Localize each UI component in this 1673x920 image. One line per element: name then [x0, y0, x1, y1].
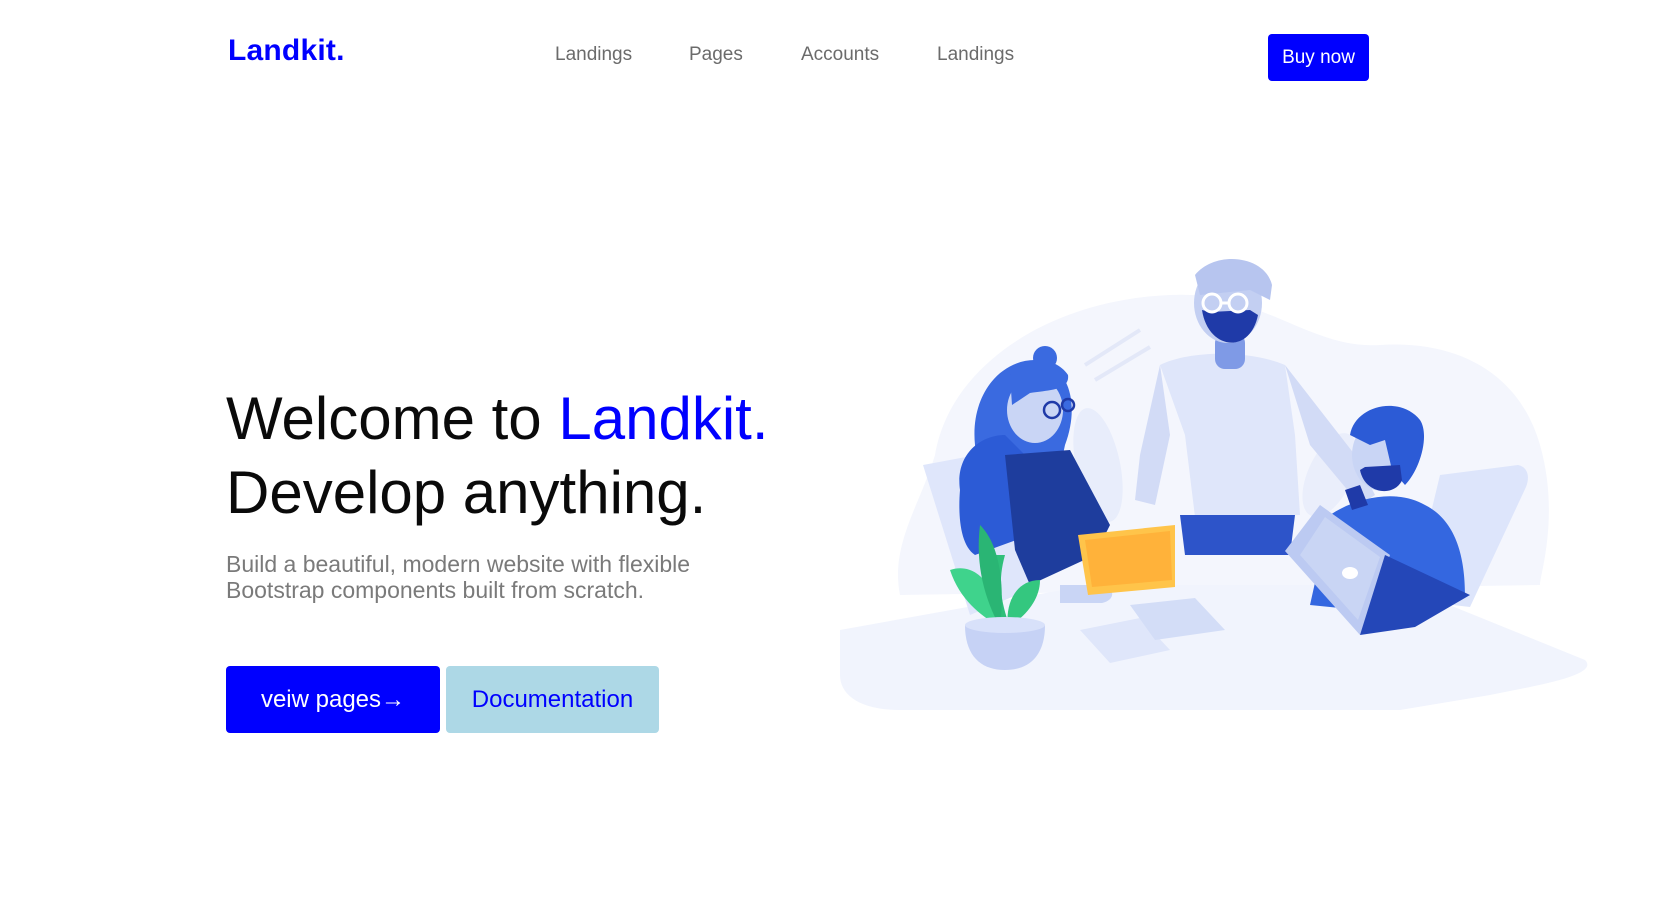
nav-link-landings[interactable]: Landings: [555, 44, 632, 66]
hero-title: Welcome to Landkit. Develop anything.: [226, 382, 769, 530]
nav-link-accounts[interactable]: Accounts: [801, 44, 879, 66]
team-working-illustration: [840, 255, 1600, 765]
brand-logo[interactable]: Landkit.: [228, 34, 345, 68]
view-pages-button[interactable]: veiw pages→: [226, 666, 440, 733]
documentation-button[interactable]: Documentation: [446, 666, 659, 733]
nav-link-landings-2[interactable]: Landings: [937, 44, 1014, 66]
hero-subtitle: Build a beautiful, modern website with f…: [226, 551, 691, 603]
landing-page: Landkit. Landings Pages Accounts Landing…: [0, 0, 1673, 920]
navbar: Landkit. Landings Pages Accounts Landing…: [0, 0, 1673, 110]
hero-title-prefix: Welcome to: [226, 385, 559, 452]
buy-now-button[interactable]: Buy now: [1268, 34, 1369, 81]
nav-link-pages[interactable]: Pages: [689, 44, 743, 66]
hero-title-line2: Develop anything.: [226, 459, 707, 526]
hero-title-accent: Landkit.: [558, 385, 769, 452]
